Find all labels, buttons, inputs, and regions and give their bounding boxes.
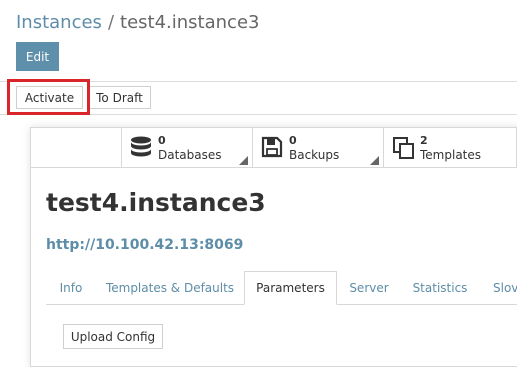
corner-triangle-icon: [370, 156, 379, 165]
backups-smart-button[interactable]: 0 Backups: [252, 127, 383, 167]
record-url-link[interactable]: http://10.100.42.13:8069: [46, 237, 243, 253]
tab-info[interactable]: Info: [46, 271, 96, 304]
floppy-disk-icon: [261, 136, 283, 162]
tab-slov[interactable]: Slov: [479, 271, 517, 304]
upload-config-button[interactable]: Upload Config: [63, 324, 163, 349]
breadcrumb-instances-link[interactable]: Instances: [16, 12, 102, 33]
templates-smart-button[interactable]: 2 Templates: [383, 127, 517, 167]
databases-label: Databases: [158, 148, 222, 162]
database-icon: [130, 136, 152, 164]
tab-parameters[interactable]: Parameters: [244, 271, 337, 305]
record-title: test4.instance3: [46, 188, 266, 217]
backups-label: Backups: [289, 148, 340, 162]
databases-smart-button[interactable]: 0 Databases: [121, 127, 252, 167]
edit-button[interactable]: Edit: [16, 42, 59, 71]
tab-statistics[interactable]: Statistics: [401, 271, 479, 304]
databases-count: 0: [158, 134, 166, 147]
activate-button[interactable]: Activate: [16, 86, 83, 109]
backups-count: 0: [289, 134, 297, 147]
breadcrumb: Instances / test4.instance3: [16, 11, 259, 35]
copy-icon: [392, 136, 416, 164]
tab-server[interactable]: Server: [337, 271, 401, 304]
to-draft-button[interactable]: To Draft: [88, 86, 151, 109]
breadcrumb-separator: /: [107, 12, 115, 33]
smart-button-row: 0 Databases 0 Backups 2 Templates: [30, 127, 517, 168]
notebook-tabs: Info Templates & Defaults Parameters Ser…: [46, 271, 517, 305]
breadcrumb-current: test4.instance3: [120, 12, 260, 33]
templates-count: 2: [420, 134, 428, 147]
templates-label: Templates: [420, 148, 482, 162]
corner-triangle-icon: [239, 156, 248, 165]
tab-templates-defaults[interactable]: Templates & Defaults: [96, 271, 244, 304]
